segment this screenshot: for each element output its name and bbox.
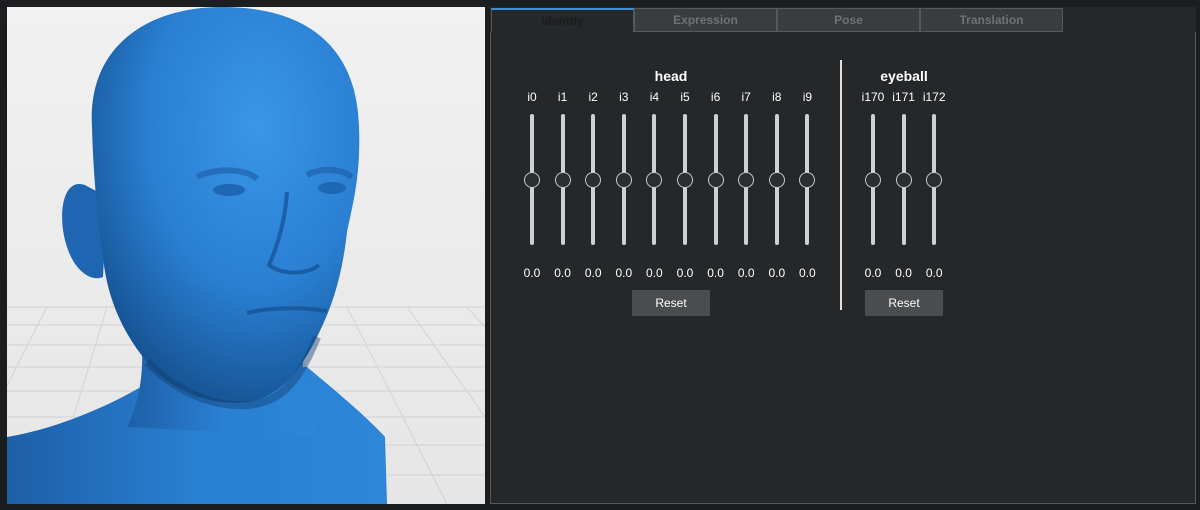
slider-label: i8 <box>772 90 782 104</box>
slider-handle[interactable] <box>865 171 881 188</box>
left-eye <box>213 184 245 196</box>
slider-handle[interactable] <box>554 171 571 188</box>
slider-label: i171 <box>892 90 915 104</box>
slider-label: i1 <box>557 90 568 104</box>
slider-value: 0.0 <box>799 266 816 280</box>
head-shape <box>91 7 360 403</box>
slider-handle[interactable] <box>768 171 785 188</box>
slider-handle[interactable] <box>707 171 724 188</box>
slider-label: i4 <box>649 90 660 104</box>
slider-label: i7 <box>741 90 751 104</box>
identity-tab-content: head i0 0.0 i1 0.0 i2 0.0 i3 0.0 i4 0.0 i5 0.0 i6 0.0… <box>490 32 1196 504</box>
slider-handle[interactable] <box>895 171 912 188</box>
slider-handle[interactable] <box>799 171 816 188</box>
slider-handle[interactable] <box>926 171 943 188</box>
slider-handle[interactable] <box>615 171 632 188</box>
tab-identity[interactable]: Identity <box>491 8 634 32</box>
tab-expression[interactable]: Expression <box>634 8 777 32</box>
control-panel: Identity Expression Pose Translation hea… <box>490 7 1196 504</box>
right-eye <box>318 182 346 194</box>
tab-bar: Identity Expression Pose Translation <box>490 7 1196 33</box>
tab-pose[interactable]: Pose <box>777 8 920 32</box>
slider-handle[interactable] <box>677 171 693 188</box>
slider-label: i3 <box>619 90 629 104</box>
eyeball-group-title: eyeball <box>880 68 928 84</box>
group-divider <box>840 60 842 310</box>
head-reset-button[interactable]: Reset <box>632 290 710 316</box>
slider-value: 0.0 <box>925 266 943 280</box>
slider-handle[interactable] <box>646 171 663 188</box>
3d-viewport[interactable] <box>7 7 485 504</box>
slider-handle[interactable] <box>738 171 755 188</box>
slider-handle[interactable] <box>524 171 540 188</box>
slider-label: i9 <box>802 90 813 104</box>
head-group-title: head <box>654 68 688 84</box>
slider-label: i6 <box>710 90 721 104</box>
eyeball-reset-button[interactable]: Reset <box>865 290 943 316</box>
slider-label: i2 <box>588 90 598 104</box>
slider-handle[interactable] <box>585 171 602 188</box>
slider-label: i170 <box>861 90 885 104</box>
slider-label: i5 <box>680 90 690 104</box>
slider-label: i172 <box>922 90 946 104</box>
3d-scene <box>7 7 485 504</box>
slider-label: i0 <box>527 90 537 104</box>
tab-translation[interactable]: Translation <box>920 8 1063 32</box>
